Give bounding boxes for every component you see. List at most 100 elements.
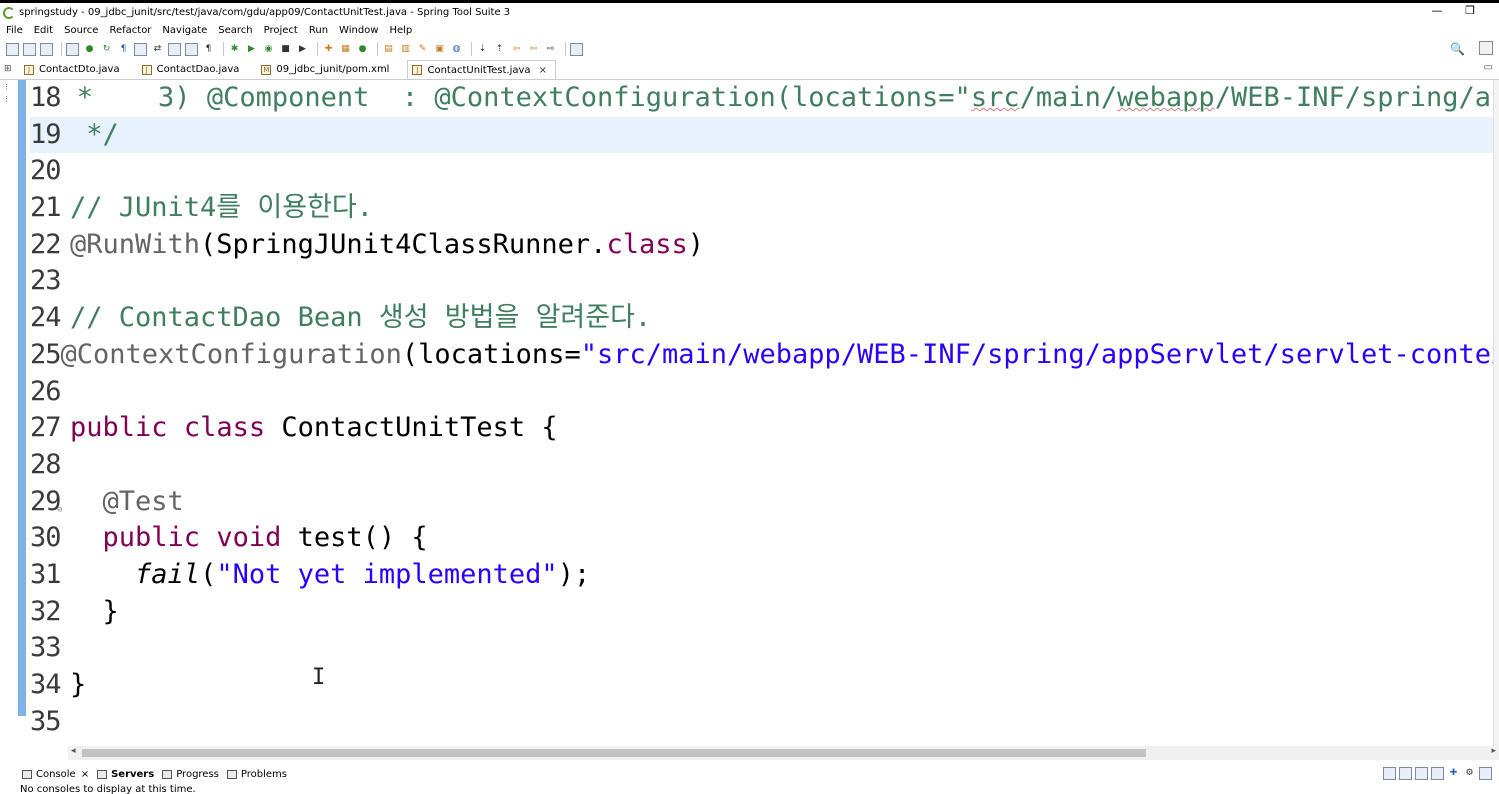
refresh-icon[interactable]: ↻ <box>100 43 113 56</box>
last-edit-icon[interactable]: ⇦ <box>510 43 523 56</box>
toolbar-separator <box>471 42 472 56</box>
search-icon[interactable]: 🔍 <box>1450 42 1465 56</box>
tab-contactunittest-java[interactable]: J ContactUnitTest.java × <box>407 60 556 79</box>
code-editor[interactable]: ⁝ ⁝ 18 * 3) @Component : @ContextConfigur… <box>0 80 1499 746</box>
next-annotation-icon[interactable]: ⇣ <box>476 43 489 56</box>
highlight-icon[interactable] <box>134 42 147 56</box>
minimize-panel-icon[interactable] <box>1479 767 1492 780</box>
restore-button[interactable]: ❐ <box>1463 4 1477 18</box>
code-line[interactable]: 27 public class ContactUnitTest { <box>30 410 1493 447</box>
menu-edit[interactable]: Edit <box>34 25 53 36</box>
code-line[interactable]: 26 <box>30 374 1493 411</box>
package-explorer-icon[interactable]: ⊞ <box>4 64 12 74</box>
tab-servers[interactable]: Servers <box>97 769 154 780</box>
print-icon[interactable] <box>66 42 79 56</box>
open-task-icon[interactable]: ▥ <box>399 43 412 56</box>
tab-progress[interactable]: Progress <box>162 769 219 780</box>
debug-icon[interactable]: ✱ <box>228 43 241 56</box>
menu-help[interactable]: Help <box>389 25 412 36</box>
code-line[interactable]: 20 <box>30 153 1493 190</box>
scroll-right-icon[interactable]: ▸ <box>1491 746 1496 756</box>
previous-annotation-icon[interactable]: ⇡ <box>493 43 506 56</box>
pin-editor-icon[interactable] <box>570 42 583 56</box>
tab-console[interactable]: Console × <box>22 769 89 780</box>
code-line[interactable]: 24// ContactDao Bean 생성 방법을 알려준다. <box>30 300 1493 337</box>
code-line[interactable]: 32 } <box>30 594 1493 631</box>
menu-project[interactable]: Project <box>264 25 298 36</box>
line-number: 29 <box>30 485 62 517</box>
scroll-lock-icon[interactable] <box>1399 767 1412 780</box>
menu-source[interactable]: Source <box>64 25 98 36</box>
clear-console-icon[interactable] <box>1383 767 1396 780</box>
menu-run[interactable]: Run <box>309 25 328 36</box>
spring-tool-suite-icon <box>3 6 15 19</box>
java-file-icon: J <box>412 65 423 75</box>
search-tool-icon[interactable]: ✎ <box>416 43 429 56</box>
line-number: 35 <box>30 705 62 737</box>
display-console-icon[interactable] <box>1431 767 1444 780</box>
new-class-icon[interactable]: ● <box>356 43 369 56</box>
code-line[interactable]: 34} <box>30 667 1493 704</box>
code-line[interactable]: 21// JUnit4를 이용한다. <box>30 190 1493 227</box>
code-token: webapp <box>1117 82 1215 113</box>
pin-icon[interactable]: ¶ <box>117 43 130 56</box>
open-console-icon[interactable]: ✚ <box>1447 767 1460 780</box>
code-line[interactable]: 22 @RunWith (SpringJUnit4ClassRunner. class… <box>30 227 1493 264</box>
forward-icon[interactable]: ⇨ <box>544 43 557 56</box>
scrollbar-thumb[interactable] <box>82 749 1146 757</box>
tab-contactdao-java[interactable]: J ContactDao.java <box>138 60 248 79</box>
new-spring-project-icon[interactable]: ✚ <box>322 43 335 56</box>
code-line[interactable]: 28 <box>30 447 1493 484</box>
line-number: 34 <box>30 669 62 700</box>
menu-refactor[interactable]: Refactor <box>109 25 151 36</box>
scroll-left-icon[interactable]: ◂ <box>71 746 76 756</box>
run-icon[interactable]: ▶ <box>245 43 258 56</box>
stop-icon[interactable]: ■ <box>279 43 292 56</box>
block-selection-icon[interactable] <box>168 42 181 56</box>
code-line[interactable]: 33 <box>30 630 1493 667</box>
code-line[interactable]: 18 * 3) @Component : @ContextConfigurati… <box>30 80 1499 117</box>
open-type-icon[interactable]: ▤ <box>382 43 395 56</box>
menu-navigate[interactable]: Navigate <box>162 25 207 36</box>
tab-problems[interactable]: Problems <box>226 769 287 780</box>
line-number: 22 <box>30 228 62 260</box>
code-token: (locations= <box>401 338 581 370</box>
browser-icon[interactable]: ◍ <box>450 43 463 56</box>
save-icon[interactable] <box>23 42 36 56</box>
horizontal-scrollbar[interactable]: ◂ ▸ <box>68 746 1499 760</box>
code-line[interactable]: 29 ⊖ @Test <box>30 484 1493 521</box>
code-line[interactable]: 30 public void test() { <box>30 520 1493 557</box>
code-line[interactable]: 31 fail("Not yet implemented"); <box>30 557 1493 594</box>
start-server-icon[interactable]: ● <box>83 43 96 56</box>
code-line[interactable]: 19 */ <box>30 116 1493 154</box>
new-icon[interactable] <box>6 42 19 56</box>
code-area[interactable]: 18 * 3) @Component : @ContextConfigurati… <box>30 80 1499 741</box>
close-icon[interactable]: × <box>81 769 89 780</box>
menu-search[interactable]: Search <box>218 25 252 36</box>
code-line[interactable]: 35 <box>30 704 1493 741</box>
tab-09-jdbc-junit-pom-xml[interactable]: M 09_jdbc_junit/pom.xml <box>257 60 397 79</box>
save-all-icon[interactable] <box>40 42 53 56</box>
menu-file[interactable]: File <box>6 25 23 36</box>
tab-contactdto-java[interactable]: J ContactDto.java <box>20 60 128 79</box>
menu-window[interactable]: Window <box>339 25 378 36</box>
view-menu-icon[interactable]: ⚙ <box>1463 767 1476 780</box>
back-icon[interactable]: ⇦ <box>527 43 540 56</box>
toggle-mark-icon[interactable]: ⇄ <box>151 43 164 56</box>
open-folder-icon[interactable]: ▣ <box>433 43 446 56</box>
perspective-icon[interactable] <box>1479 41 1493 55</box>
code-line[interactable]: 25 @ContextConfiguration (locations= "src/m… <box>30 337 1499 374</box>
console-status-text: No consoles to display at this time. <box>20 784 196 794</box>
pin-console-icon[interactable] <box>1415 767 1428 780</box>
code-token: @ContextConfiguration <box>60 338 402 370</box>
text-cursor-icon: I <box>312 665 326 690</box>
minimize-button[interactable]: — <box>1430 4 1444 18</box>
paragraph-icon[interactable]: ¶ <box>202 43 215 56</box>
show-whitespace-icon[interactable] <box>185 42 198 56</box>
minimize-editor-icon[interactable]: ▭ <box>1484 62 1493 73</box>
code-line[interactable]: 23 <box>30 263 1493 300</box>
external-tools-icon[interactable]: ▶ <box>296 43 309 56</box>
new-package-icon[interactable]: ▦ <box>339 43 352 56</box>
close-icon[interactable]: × <box>539 65 547 76</box>
coverage-icon[interactable]: ◉ <box>262 43 275 56</box>
